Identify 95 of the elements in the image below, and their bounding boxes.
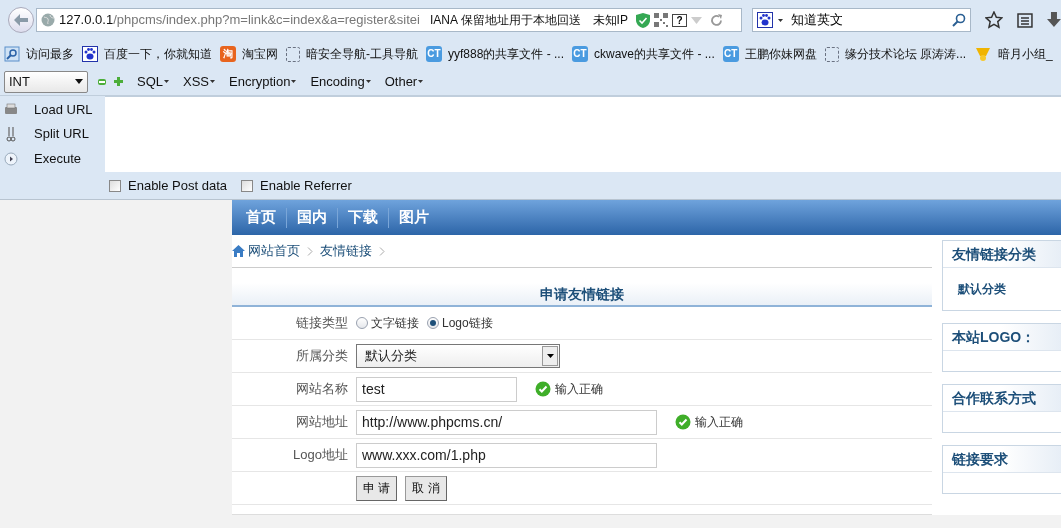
- caret-icon: [777, 18, 783, 22]
- bookmark-item[interactable]: 百度一下，你就知道: [82, 45, 212, 63]
- radio-button[interactable]: [427, 317, 439, 329]
- field-label: 所属分类: [295, 347, 349, 366]
- check-icon: [535, 381, 551, 397]
- site-badge-icon: CT: [572, 46, 589, 62]
- category-select[interactable]: 默认分类: [356, 344, 560, 368]
- address-bar[interactable]: 127.0.0.1/phpcms/index.php?m=link&c=index&a=register&sitei IANA 保留地址用于本地回送 未知IP ?: [35, 8, 742, 32]
- plus-icon[interactable]: [114, 77, 123, 86]
- star-icon[interactable]: [985, 11, 1004, 29]
- site-badge-icon: CT: [722, 46, 739, 62]
- chevron-icon: [307, 246, 313, 256]
- text-field[interactable]: www.xxx.com/1.php: [356, 442, 657, 468]
- home-icon: [232, 245, 245, 257]
- field-label: 链接类型: [295, 314, 349, 333]
- validation-message: 输入正确: [695, 414, 743, 431]
- nav-link[interactable]: 国内: [287, 206, 337, 229]
- panel-title: 链接要求: [952, 449, 1008, 469]
- download-icon[interactable]: [1047, 12, 1061, 28]
- search-field[interactable]: 知道英文: [751, 8, 972, 32]
- minus-icon[interactable]: [98, 78, 106, 85]
- radio-option[interactable]: Logo链接: [427, 314, 493, 332]
- bookmark-item[interactable]: 访问最多: [4, 45, 74, 63]
- back-arrow-icon: [13, 14, 28, 26]
- caret-icon: [365, 80, 371, 83]
- form-button[interactable]: 取 消: [405, 475, 447, 501]
- breadcrumb-link[interactable]: 友情链接: [320, 241, 372, 261]
- field-label: Logo地址: [292, 446, 349, 465]
- search-icon[interactable]: [952, 13, 967, 27]
- field-label: 网站名称: [295, 380, 349, 399]
- radio-button[interactable]: [356, 317, 368, 329]
- hackbar-action[interactable]: Execute: [0, 147, 105, 170]
- shield-icon: [635, 12, 650, 28]
- caret-icon: [164, 80, 169, 83]
- back-button[interactable]: [8, 7, 34, 33]
- panel-title: 合作联系方式: [952, 388, 1036, 408]
- hackbar-menu[interactable]: Encoding: [310, 71, 371, 92]
- bookmark-item[interactable]: 淘 淘宝网: [220, 45, 278, 63]
- blank-page-icon: [286, 46, 300, 62]
- url-text: 127.0.0.1/phpcms/index.php?m=link&c=index&a=register&sitei: [58, 11, 420, 30]
- bookmark-item[interactable]: 暗月小组_: [974, 45, 1053, 63]
- caret-icon: [418, 80, 424, 83]
- bookmark-item[interactable]: CT yyf888的共享文件 - ...: [426, 45, 565, 63]
- hackbar-menu[interactable]: Other: [384, 71, 424, 92]
- search-text: 知道英文: [790, 11, 844, 30]
- text-field[interactable]: http://www.phpcms.cn/: [356, 409, 657, 435]
- caret-icon: [291, 80, 297, 83]
- checkbox[interactable]: [241, 179, 254, 192]
- nav-link[interactable]: 首页: [236, 206, 286, 229]
- hackbar-menu[interactable]: XSS: [183, 71, 216, 92]
- validation-message: 输入正确: [555, 381, 603, 398]
- bookmark-item[interactable]: CT 王鹏你妹网盘: [722, 45, 817, 63]
- play-circle-icon: [4, 151, 18, 166]
- chevron-icon: [379, 246, 385, 256]
- paw-icon: [82, 46, 98, 62]
- clipboard-icon[interactable]: [1017, 12, 1034, 28]
- field-label: 网站地址: [295, 413, 349, 432]
- text-field[interactable]: test: [356, 376, 517, 402]
- bookmark-item[interactable]: CT ckwave的共享文件 - ...: [572, 45, 715, 63]
- ip-note: IANA 保留地址用于本地回送: [429, 12, 581, 29]
- radio-option[interactable]: 文字链接: [356, 314, 419, 332]
- site-badge-icon: CT: [426, 46, 442, 62]
- reload-icon[interactable]: [709, 13, 723, 27]
- bookmark-item[interactable]: 缘分技术论坛 原涛涛...: [824, 45, 967, 63]
- hackbar-action[interactable]: Split URL: [0, 123, 105, 145]
- hackbar-action[interactable]: Load URL: [0, 98, 105, 121]
- type-select[interactable]: INT: [4, 70, 88, 93]
- ip-location: 未知IP: [592, 12, 628, 29]
- option-checkbox[interactable]: Enable Referrer: [241, 175, 352, 196]
- blank-page-icon: [824, 46, 839, 62]
- qr-code-icon: [653, 13, 668, 27]
- globe-icon: [40, 13, 55, 27]
- category-link[interactable]: 默认分类: [958, 280, 1061, 298]
- dropdown-arrow-icon: [75, 79, 83, 84]
- option-checkbox[interactable]: Enable Post data: [109, 175, 228, 196]
- nav-link[interactable]: 图片: [389, 206, 439, 229]
- dropdown-arrow-icon: [546, 354, 554, 358]
- nav-link[interactable]: 下载: [338, 206, 388, 229]
- help-icon: ?: [671, 13, 687, 27]
- site-badge-icon: 淘: [220, 46, 236, 62]
- checkbox[interactable]: [109, 179, 121, 192]
- paw-icon: [756, 12, 773, 28]
- bookmark-item[interactable]: 暗安全导航-工具导航: [286, 45, 418, 63]
- hackbar-menu[interactable]: SQL: [137, 71, 169, 92]
- scissors-icon: [6, 126, 16, 142]
- hackbar-menu[interactable]: Encryption: [229, 71, 297, 92]
- caret-icon: [210, 80, 216, 83]
- panel-title: 本站LOGO：: [952, 327, 1036, 347]
- form-button[interactable]: 申 请: [356, 475, 398, 501]
- form-title: 申请友情链接: [540, 284, 624, 304]
- printer-icon: [4, 103, 18, 116]
- breadcrumb-link[interactable]: 网站首页: [248, 241, 300, 261]
- panel-title: 友情链接分类: [952, 244, 1036, 264]
- magnifier-icon: [4, 46, 20, 62]
- check-icon: [675, 414, 691, 430]
